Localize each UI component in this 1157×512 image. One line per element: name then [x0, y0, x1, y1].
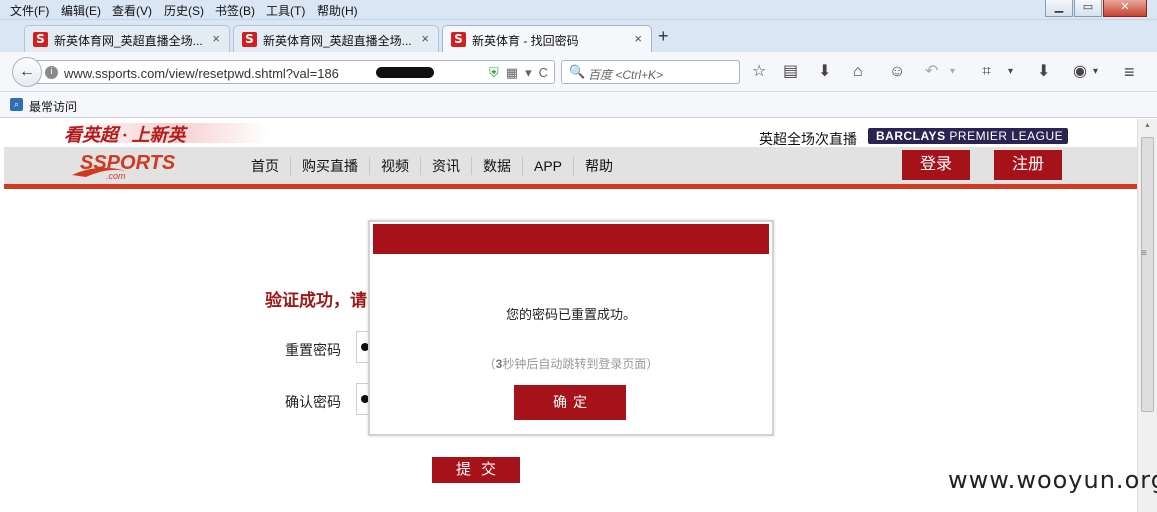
window-controls: ▁ ▭ ✕ [1045, 0, 1147, 17]
dropdown-arrow-icon[interactable]: ▾ [525, 65, 532, 81]
close-window-button[interactable]: ✕ [1103, 0, 1147, 17]
menu-tools[interactable]: 工具(T) [266, 2, 305, 19]
tab-label: 新英体育 - 找回密码 [472, 34, 579, 48]
ssports-logo[interactable]: SSPORTS .com [68, 149, 178, 181]
dialog-title-bar [373, 224, 769, 254]
nav-home[interactable]: 首页 [240, 157, 290, 175]
download-icon[interactable]: ⬇ [818, 62, 831, 82]
ssports-favicon-icon: S [451, 32, 466, 47]
dialog-message: 您的密码已重置成功。 [505, 307, 636, 322]
page-heading: 验证成功，请 [265, 291, 367, 310]
bookmarks-toolbar: ⌕ 最常访问 [0, 92, 1157, 118]
undo-dropdown-icon[interactable]: ▾ [950, 62, 955, 82]
premier-league-label: 英超全场次直播 [759, 131, 857, 147]
site-nav-bar: SSPORTS .com 首页 购买直播 视频 资讯 数据 APP 帮助 登录 … [4, 147, 1137, 184]
chat-icon[interactable]: ☺ [889, 62, 905, 82]
success-dialog: 您的密码已重置成功。 （3秒钟后自动跳转到登录页面） 确定 [368, 220, 774, 436]
tab-ssports-2[interactable]: S 新英体育网_英超直播全场... × [233, 25, 439, 52]
nav-app[interactable]: APP [522, 156, 573, 175]
dialog-confirm-button[interactable]: 确定 [514, 385, 626, 420]
page-viewport: 看英超 · 上新英 英超全场次直播 BARCLAYS PREMIER LEAGU… [4, 119, 1137, 512]
site-slogan: 看英超 · 上新英 [64, 125, 186, 145]
menu-history[interactable]: 历史(S) [164, 2, 204, 19]
nav-news[interactable]: 资讯 [420, 156, 471, 175]
profile-icon[interactable]: ◉ [1073, 62, 1087, 82]
maximize-button[interactable]: ▭ [1074, 0, 1102, 17]
shield-icon[interactable]: ⛨ [489, 65, 499, 81]
scrollbar-thumb[interactable] [1141, 137, 1154, 412]
scroll-up-arrow-icon[interactable]: ▲ [1144, 122, 1151, 129]
menu-bookmarks[interactable]: 书签(B) [215, 2, 255, 19]
minimize-button[interactable]: ▁ [1045, 0, 1073, 17]
back-button[interactable]: ← [12, 57, 42, 87]
badge-sponsor: BARCLAYS [876, 129, 946, 143]
note-paren-open: （ [483, 357, 496, 371]
premier-league-badge: BARCLAYS PREMIER LEAGUE [868, 128, 1068, 144]
site-top-banner: 看英超 · 上新英 英超全场次直播 BARCLAYS PREMIER LEAGU… [4, 119, 1137, 147]
url-text[interactable]: www.ssports.com/view/resetpwd.shtml?val=… [64, 66, 339, 81]
ssports-favicon-icon: S [242, 32, 257, 47]
logo-text: SSPORTS [80, 152, 176, 174]
star-icon[interactable]: ☆ [752, 62, 766, 82]
crop-icon[interactable]: ⌗ [982, 62, 991, 82]
new-tab-button[interactable]: + [658, 27, 669, 45]
reload-icon[interactable]: C [539, 65, 548, 81]
close-tab-icon[interactable]: × [634, 31, 642, 46]
submit-button[interactable]: 提交 [432, 457, 520, 483]
hamburger-menu-icon[interactable]: ≡ [1124, 62, 1135, 82]
reset-password-label: 重置密码 [285, 342, 341, 358]
note-paren-close: ） [646, 357, 659, 371]
menu-bar: 文件(F) 编辑(E) 查看(V) 历史(S) 书签(B) 工具(T) 帮助(H… [0, 0, 1157, 20]
register-button[interactable]: 注册 [994, 150, 1062, 180]
logo-sub-text: .com [106, 171, 126, 181]
browser-window: 文件(F) 编辑(E) 查看(V) 历史(S) 书签(B) 工具(T) 帮助(H… [0, 0, 1157, 512]
tab-label: 新英体育网_英超直播全场... [54, 34, 203, 48]
undo-icon[interactable]: ↶ [925, 62, 938, 82]
menu-help[interactable]: 帮助(H) [317, 2, 358, 19]
note-text: 秒钟后自动跳转到登录页面 [502, 357, 647, 371]
close-tab-icon[interactable]: × [212, 31, 220, 46]
nav-buy-live[interactable]: 购买直播 [290, 156, 369, 175]
save-icon[interactable]: ⬇ [1037, 62, 1050, 82]
watermark: www.wooyun.org [948, 466, 1157, 494]
tab-strip: S 新英体育网_英超直播全场... × S 新英体育网_英超直播全场... × … [0, 20, 1157, 53]
confirm-password-label: 确认密码 [285, 394, 341, 410]
nav-accent-bar [4, 184, 1137, 189]
page-scrollbar[interactable]: ▲ ≡ [1137, 119, 1157, 512]
login-button[interactable]: 登录 [902, 150, 970, 180]
url-bar-icons: ⛨ ▦ ▾ C [489, 65, 548, 81]
tab-reset-password[interactable]: S 新英体育 - 找回密码 × [442, 25, 652, 53]
nav-video[interactable]: 视频 [369, 156, 420, 175]
qr-code-icon[interactable]: ▦ [506, 65, 518, 81]
search-placeholder: 百度 <Ctrl+K> [588, 68, 664, 82]
nav-help[interactable]: 帮助 [573, 156, 624, 175]
search-icon: 🔍 [569, 64, 586, 79]
menu-file[interactable]: 文件(F) [10, 2, 49, 19]
redacted-url-part [376, 67, 434, 78]
search-box[interactable]: 🔍 百度 <Ctrl+K> [561, 60, 740, 84]
close-tab-icon[interactable]: × [421, 31, 429, 46]
badge-league: PREMIER LEAGUE [949, 129, 1064, 143]
ssports-favicon-icon: S [33, 32, 48, 47]
globe-icon: i [45, 66, 58, 79]
crop-dropdown-icon[interactable]: ▾ [1008, 62, 1013, 82]
reading-list-icon[interactable]: ▤ [783, 62, 798, 82]
tab-label: 新英体育网_英超直播全场... [263, 34, 412, 48]
dialog-redirect-note: （3秒钟后自动跳转到登录页面） [370, 355, 772, 372]
nav-data[interactable]: 数据 [471, 156, 522, 175]
url-bar[interactable]: i www.ssports.com/view/resetpwd.shtml?va… [36, 60, 555, 84]
tab-ssports-1[interactable]: S 新英体育网_英超直播全场... × [24, 25, 230, 52]
profile-dropdown-icon[interactable]: ▾ [1093, 62, 1098, 82]
scroll-grip-icon: ≡ [1141, 248, 1147, 259]
bookmark-folder-icon: ⌕ [10, 98, 23, 111]
bookmark-most-visited[interactable]: 最常访问 [29, 98, 77, 115]
navigation-toolbar: i www.ssports.com/view/resetpwd.shtml?va… [0, 52, 1157, 92]
site-nav-links: 首页 购买直播 视频 资讯 数据 APP 帮助 [240, 147, 624, 184]
home-icon[interactable]: ⌂ [853, 62, 863, 82]
menu-view[interactable]: 查看(V) [112, 2, 152, 19]
menu-edit[interactable]: 编辑(E) [61, 2, 101, 19]
